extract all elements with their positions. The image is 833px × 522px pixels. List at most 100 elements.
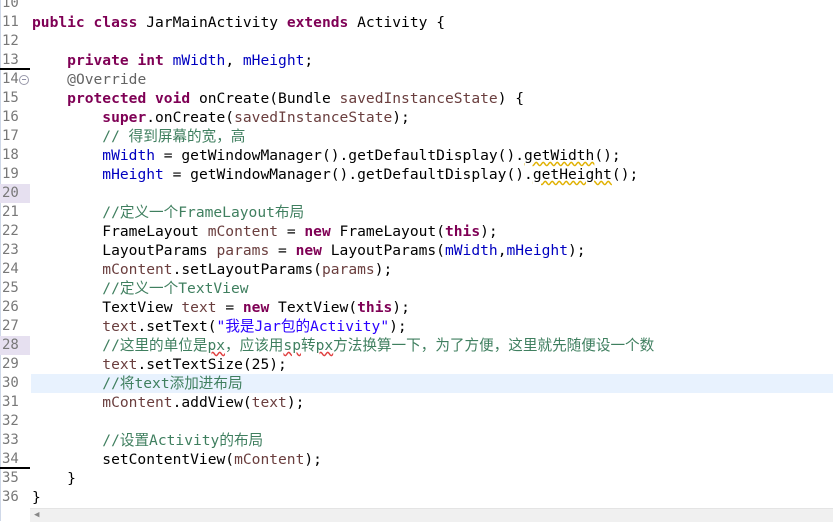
code-line[interactable]: 21 //定义一个FrameLayout布局 xyxy=(0,203,833,222)
horizontal-scrollbar[interactable]: ◀ xyxy=(30,508,833,522)
chevron-left-icon[interactable]: ◀ xyxy=(34,510,39,520)
code-token: savedInstanceState xyxy=(339,90,498,107)
code-token: ; xyxy=(304,52,314,69)
code-line[interactable]: 11 public class JarMainActivity extends A… xyxy=(0,13,833,32)
code-text: @Override xyxy=(31,70,833,89)
code-token: ); xyxy=(568,242,586,259)
line-number: 21 xyxy=(2,204,19,220)
code-token: Activity { xyxy=(357,14,445,31)
code-text: } xyxy=(31,469,833,488)
code-line[interactable]: 31 mContent.addView(text); xyxy=(0,393,833,412)
code-token: ，应该用 xyxy=(225,337,284,354)
code-line[interactable]: 17 // 得到屏幕的宽，高 xyxy=(0,127,833,146)
code-token: "我是Jar包的Activity" xyxy=(216,318,390,335)
line-number: 22 xyxy=(2,223,19,239)
code-line[interactable]: 30 //将text添加进布局 xyxy=(0,374,833,393)
code-line[interactable]: 33 //设置Activity的布局 xyxy=(0,431,833,450)
code-token: text xyxy=(181,299,217,316)
code-text: } xyxy=(31,488,833,507)
code-text: //定义一个TextView xyxy=(31,279,833,298)
code-line[interactable]: 35 } xyxy=(0,469,833,488)
line-number: 20 xyxy=(0,184,30,203)
code-token: , xyxy=(225,52,243,69)
code-line[interactable]: 36} xyxy=(0,488,833,507)
code-line[interactable]: 25 //定义一个TextView xyxy=(0,279,833,298)
code-token: this xyxy=(357,299,393,316)
code-line[interactable]: 26 TextView text = new TextView(this); xyxy=(0,298,833,317)
code-token: ); xyxy=(392,109,410,126)
line-number: 12 xyxy=(2,33,19,49)
code-line[interactable]: 18 mWidth = getWindowManager().getDefaul… xyxy=(0,146,833,165)
code-token: JarMainActivity xyxy=(146,14,287,31)
line-number: 10 xyxy=(2,0,19,11)
code-token: .addView( xyxy=(172,394,252,411)
code-token: text xyxy=(102,318,138,335)
code-token: mHeight xyxy=(506,242,569,259)
code-token: = getWindowManager().getDefaultDisplay()… xyxy=(155,147,525,164)
line-number: 19 xyxy=(2,166,19,182)
code-line[interactable]: 12 xyxy=(0,32,833,51)
line-number: 31 xyxy=(2,394,19,410)
code-line[interactable]: 22 FrameLayout mContent = new FrameLayou… xyxy=(0,222,833,241)
code-token: getHeight xyxy=(532,166,612,183)
code-line[interactable]: 14− @Override xyxy=(0,70,833,89)
code-token: .setText( xyxy=(137,318,217,335)
code-token: //设置Activity的布局 xyxy=(102,432,264,449)
code-text: setContentView(mContent); xyxy=(31,450,833,469)
code-line[interactable]: 13 private int mWidth, mHeight; xyxy=(0,51,833,70)
line-number: 26 xyxy=(2,299,19,315)
code-text: public class JarMainActivity extends Act… xyxy=(31,13,833,32)
code-line[interactable]: 28 //这里的单位是px，应该用sp转px方法换算一下，为了方便，这里就先随便… xyxy=(0,336,833,355)
code-token: text xyxy=(102,356,138,373)
code-line[interactable]: 20 xyxy=(0,184,833,203)
line-number: 29 xyxy=(2,356,19,372)
code-line[interactable]: 34 setContentView(mContent); xyxy=(0,450,833,469)
code-text: //这里的单位是px，应该用sp转px方法换算一下，为了方便，这里就先随便设一个… xyxy=(31,336,833,355)
code-text: // 得到屏幕的宽，高 xyxy=(31,127,833,146)
code-editor[interactable]: 10 11 public class JarMainActivity extends… xyxy=(0,0,833,507)
code-token: LayoutParams( xyxy=(330,242,445,259)
code-token: .setTextSize(25); xyxy=(137,356,287,373)
code-token: this xyxy=(444,223,481,240)
code-line[interactable]: 32 xyxy=(0,412,833,431)
code-line[interactable]: 19 mHeight = getWindowManager().getDefau… xyxy=(0,165,833,184)
code-line[interactable]: 24 mContent.setLayoutParams(params); xyxy=(0,260,833,279)
line-number: 18 xyxy=(2,147,19,163)
code-token: , xyxy=(497,242,507,259)
code-line[interactable]: 27 text.setText("我是Jar包的Activity"); xyxy=(0,317,833,336)
code-line[interactable]: 10 xyxy=(0,0,833,13)
code-token: } xyxy=(32,489,41,506)
code-text: private int mWidth, mHeight; xyxy=(31,51,833,70)
code-token: .setLayoutParams( xyxy=(172,261,322,278)
code-line[interactable]: 16 super.onCreate(savedInstanceState); xyxy=(0,108,833,127)
code-token: 转 xyxy=(300,337,316,354)
code-line[interactable]: 15 protected void onCreate(Bundle savedI… xyxy=(0,89,833,108)
code-token: FrameLayout( xyxy=(339,223,445,240)
code-token: params xyxy=(216,242,270,259)
fold-collapse-icon[interactable]: − xyxy=(19,75,29,85)
code-token: mHeight xyxy=(242,52,305,69)
code-line[interactable]: 29 text.setTextSize(25); xyxy=(0,355,833,374)
code-token: = xyxy=(269,242,296,259)
line-number: 30 xyxy=(2,375,19,391)
code-token: savedInstanceState xyxy=(234,109,393,126)
code-token: //定义一个TextView xyxy=(102,280,249,297)
line-number: 23 xyxy=(2,242,19,258)
code-token: ); xyxy=(304,451,322,468)
code-text: //设置Activity的布局 xyxy=(31,431,833,450)
line-number: 13 xyxy=(0,51,30,70)
code-token: mContent xyxy=(102,394,173,411)
code-line[interactable]: 23 LayoutParams params = new LayoutParam… xyxy=(0,241,833,260)
code-text: text.setTextSize(25); xyxy=(31,355,833,374)
